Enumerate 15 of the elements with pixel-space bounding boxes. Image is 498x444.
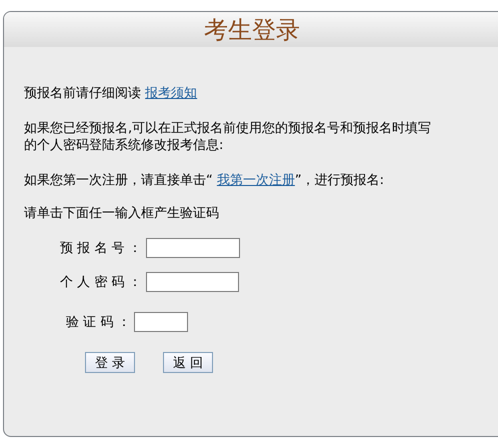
input-field[interactable]: [146, 272, 239, 292]
link[interactable]: 报考须知: [145, 86, 198, 101]
link[interactable]: 我第一次注册: [216, 173, 295, 188]
input-field[interactable]: [146, 238, 240, 258]
field-label: 验 证 码 ：: [66, 314, 130, 331]
paragraph: 如果您已经预报名,可以在正式报名前使用您的预报名号和预报名时填写的个人密码登陆系统修改报考信息:: [24, 120, 432, 154]
panel-title: 考生登录: [204, 14, 300, 46]
input-field[interactable]: [134, 312, 188, 332]
paragraph: 请单击下面任一输入框产生验证码: [24, 205, 220, 222]
form-button[interactable]: 返 回: [163, 352, 213, 373]
paragraph: 预报名前请仔细阅读 报考须知: [24, 85, 198, 102]
field-label: 预 报 名 号 ：: [60, 240, 142, 257]
paragraph: 如果您第一次注册，请直接单击“ 我第一次注册”，进行预报名:: [24, 172, 385, 189]
form-button[interactable]: 登 录: [85, 352, 135, 373]
field-label: 个 人 密 码 ：: [60, 274, 142, 291]
